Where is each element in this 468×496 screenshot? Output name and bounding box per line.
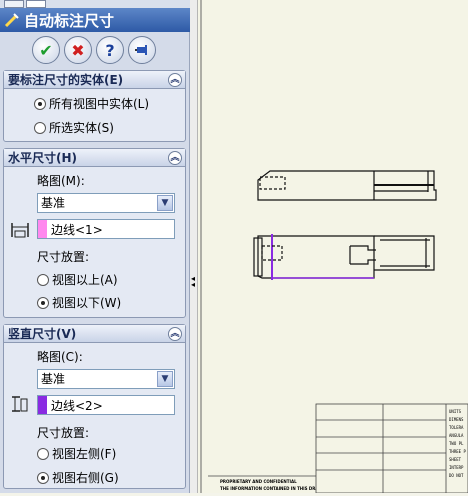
radio-label: 所选实体(S) <box>49 121 114 135</box>
tb-text: DIMENS <box>449 417 464 422</box>
radio-label: 视图右侧(G) <box>52 471 119 485</box>
vertical-dimension-icon <box>12 396 28 412</box>
radio-label: 视图左侧(F) <box>52 447 117 461</box>
vertical-group: 竖直尺寸(V) ︽ 略图(C): 基准 ▼ 边线<2> 尺寸放置: 视图左侧(F… <box>3 324 186 489</box>
radio-button[interactable] <box>37 296 49 309</box>
top-view[interactable] <box>257 170 437 201</box>
collapse-icon[interactable]: ︽ <box>168 73 182 87</box>
edge-color-swatch <box>38 220 47 238</box>
horizontal-dimension-icon <box>11 223 29 238</box>
front-view[interactable] <box>253 234 435 280</box>
tb-footer-line: PROPRIETARY AND CONFIDENTIAL <box>220 479 297 484</box>
edge-color-swatch <box>38 396 47 414</box>
check-icon: ✔ <box>39 40 53 60</box>
entities-group: 要标注尺寸的实体(E) ︽ 所有视图中实体(L) 所选实体(S) <box>3 70 186 142</box>
autodimension-icon <box>4 13 19 28</box>
radio-button[interactable] <box>34 121 46 134</box>
cross-icon: ✖ <box>71 40 85 60</box>
tb-text: THREE P <box>449 449 466 454</box>
tb-text: TWO PL <box>449 441 464 446</box>
action-buttons: ✔ ✖ ? <box>0 32 190 68</box>
radio-selected-entities[interactable]: 所选实体(S) <box>34 119 114 136</box>
drawing-sheet[interactable]: UNITS DIMENS TOLERA ANGULA TWO PL THREE … <box>198 0 468 494</box>
select-value: 基准 <box>41 372 66 386</box>
collapse-icon[interactable]: ︽ <box>168 327 182 341</box>
radio-below-view[interactable]: 视图以下(W) <box>37 294 121 311</box>
radio-button[interactable] <box>34 97 46 110</box>
scheme-label: 略图(M): <box>37 174 85 188</box>
radio-label: 所有视图中实体(L) <box>49 97 150 111</box>
radio-button[interactable] <box>37 447 49 460</box>
entities-group-header[interactable]: 要标注尺寸的实体(E) ︽ <box>4 71 185 89</box>
radio-button[interactable] <box>37 273 49 286</box>
select-value: 基准 <box>41 196 66 210</box>
chevron-down-icon[interactable]: ▼ <box>157 371 173 387</box>
titleblock-footer: PROPRIETARY AND CONFIDENTIAL THE INFORMA… <box>220 478 316 492</box>
panel-title: 自动标注尺寸 <box>24 11 115 30</box>
question-icon: ? <box>105 40 115 60</box>
placement-label: 尺寸放置: <box>37 426 90 440</box>
radio-left-of-view[interactable]: 视图左侧(F) <box>37 445 116 462</box>
property-manager: 自动标注尺寸 ✔ ✖ ? 要标注尺寸的实体(E) ︽ 所有视图中实体(L) 所选… <box>0 0 190 493</box>
vertical-group-header[interactable]: 竖直尺寸(V) ︽ <box>4 325 185 343</box>
entities-heading: 要标注尺寸的实体(E) <box>8 73 124 87</box>
radio-right-of-view[interactable]: 视图右侧(G) <box>37 469 119 486</box>
tb-text: INTERP <box>449 465 464 470</box>
ok-button[interactable]: ✔ <box>32 36 60 64</box>
help-button[interactable]: ? <box>96 36 124 64</box>
panel-tabstrip <box>0 0 190 8</box>
placement-label: 尺寸放置: <box>37 250 90 264</box>
splitter-grip-icon[interactable]: ◂ ◂ <box>191 275 197 294</box>
horizontal-group: 水平尺寸(H) ︽ 略图(M): 基准 ▼ 边线<1> 尺寸放置: 视图以上(A… <box>3 148 186 318</box>
tab-property-manager[interactable] <box>26 0 46 8</box>
horizontal-edge-field[interactable]: 边线<1> <box>37 219 175 239</box>
radio-all-entities[interactable]: 所有视图中实体(L) <box>34 95 149 112</box>
pushpin-icon <box>135 45 147 55</box>
horizontal-heading: 水平尺寸(H) <box>8 151 78 165</box>
horizontal-group-header[interactable]: 水平尺寸(H) ︽ <box>4 149 185 167</box>
radio-label: 视图以下(W) <box>52 296 122 310</box>
tb-text: ANGULA <box>449 433 464 438</box>
edge-value: 边线<2> <box>51 398 103 413</box>
radio-button[interactable] <box>37 471 49 484</box>
vertical-scheme-select[interactable]: 基准 ▼ <box>37 369 175 389</box>
tb-footer-line: THE INFORMATION CONTAINED IN THIS DRAWIN… <box>220 486 316 491</box>
drawing-canvas <box>200 0 468 494</box>
tb-text: UNITS <box>449 409 462 414</box>
pin-button[interactable] <box>128 36 156 64</box>
panel-splitter[interactable]: ◂ ◂ <box>190 0 198 493</box>
radio-above-view[interactable]: 视图以上(A) <box>37 271 118 288</box>
tb-text: DO NOT <box>449 473 464 478</box>
cancel-button[interactable]: ✖ <box>64 36 92 64</box>
vertical-heading: 竖直尺寸(V) <box>8 327 77 341</box>
chevron-down-icon[interactable]: ▼ <box>157 195 173 211</box>
tb-text: SHEET <box>449 457 462 462</box>
tab-feature-manager[interactable] <box>4 0 24 8</box>
tb-text: TOLERA <box>449 425 464 430</box>
titleblock-right-column: UNITS DIMENS TOLERA ANGULA TWO PL THREE … <box>449 408 468 480</box>
radio-label: 视图以上(A) <box>52 273 118 287</box>
vertical-edge-field[interactable]: 边线<2> <box>37 395 175 415</box>
scheme-label: 略图(C): <box>37 350 83 364</box>
edge-value: 边线<1> <box>51 222 103 237</box>
panel-titlebar: 自动标注尺寸 <box>0 8 190 32</box>
collapse-icon[interactable]: ︽ <box>168 151 182 165</box>
horizontal-scheme-select[interactable]: 基准 ▼ <box>37 193 175 213</box>
